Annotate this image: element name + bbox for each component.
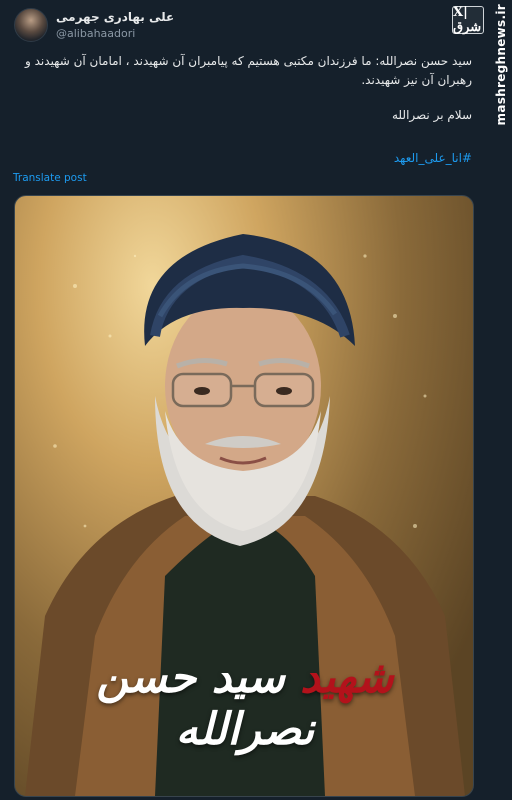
poster-caption-name: سید حسن نصرالله [96,652,315,755]
translate-post-link[interactable]: Translate post [13,172,87,184]
tweet-media-image[interactable]: شهید سید حسن نصرالله [14,195,474,797]
tweet-salam: سلام بر نصرالله [392,108,472,122]
poster-caption-red: شهید [300,652,394,703]
user-handle[interactable]: @alibahaadori [56,27,135,40]
site-watermark: mashreghnews.ir [494,4,508,125]
poster-caption: شهید سید حسن نصرالله [55,652,435,756]
tweet-body: سید حسن نصرالله: ما فرزندان مکتبی هستیم … [12,52,472,125]
display-name[interactable]: علی بهادری جهرمی [56,10,174,24]
avatar[interactable] [14,8,48,42]
site-watermark-text: mashreghnews.ir [494,4,508,126]
tweet-header: علی بهادری جهرمی @alibahaadori [14,8,472,44]
hashtag-link[interactable]: #انا_علی_العهد [394,151,472,165]
tweet-text: سید حسن نصرالله: ما فرزندان مکتبی هستیم … [25,54,472,87]
tweet-page: X|شرق mashreghnews.ir علی بهادری جهرمی @… [0,0,512,800]
